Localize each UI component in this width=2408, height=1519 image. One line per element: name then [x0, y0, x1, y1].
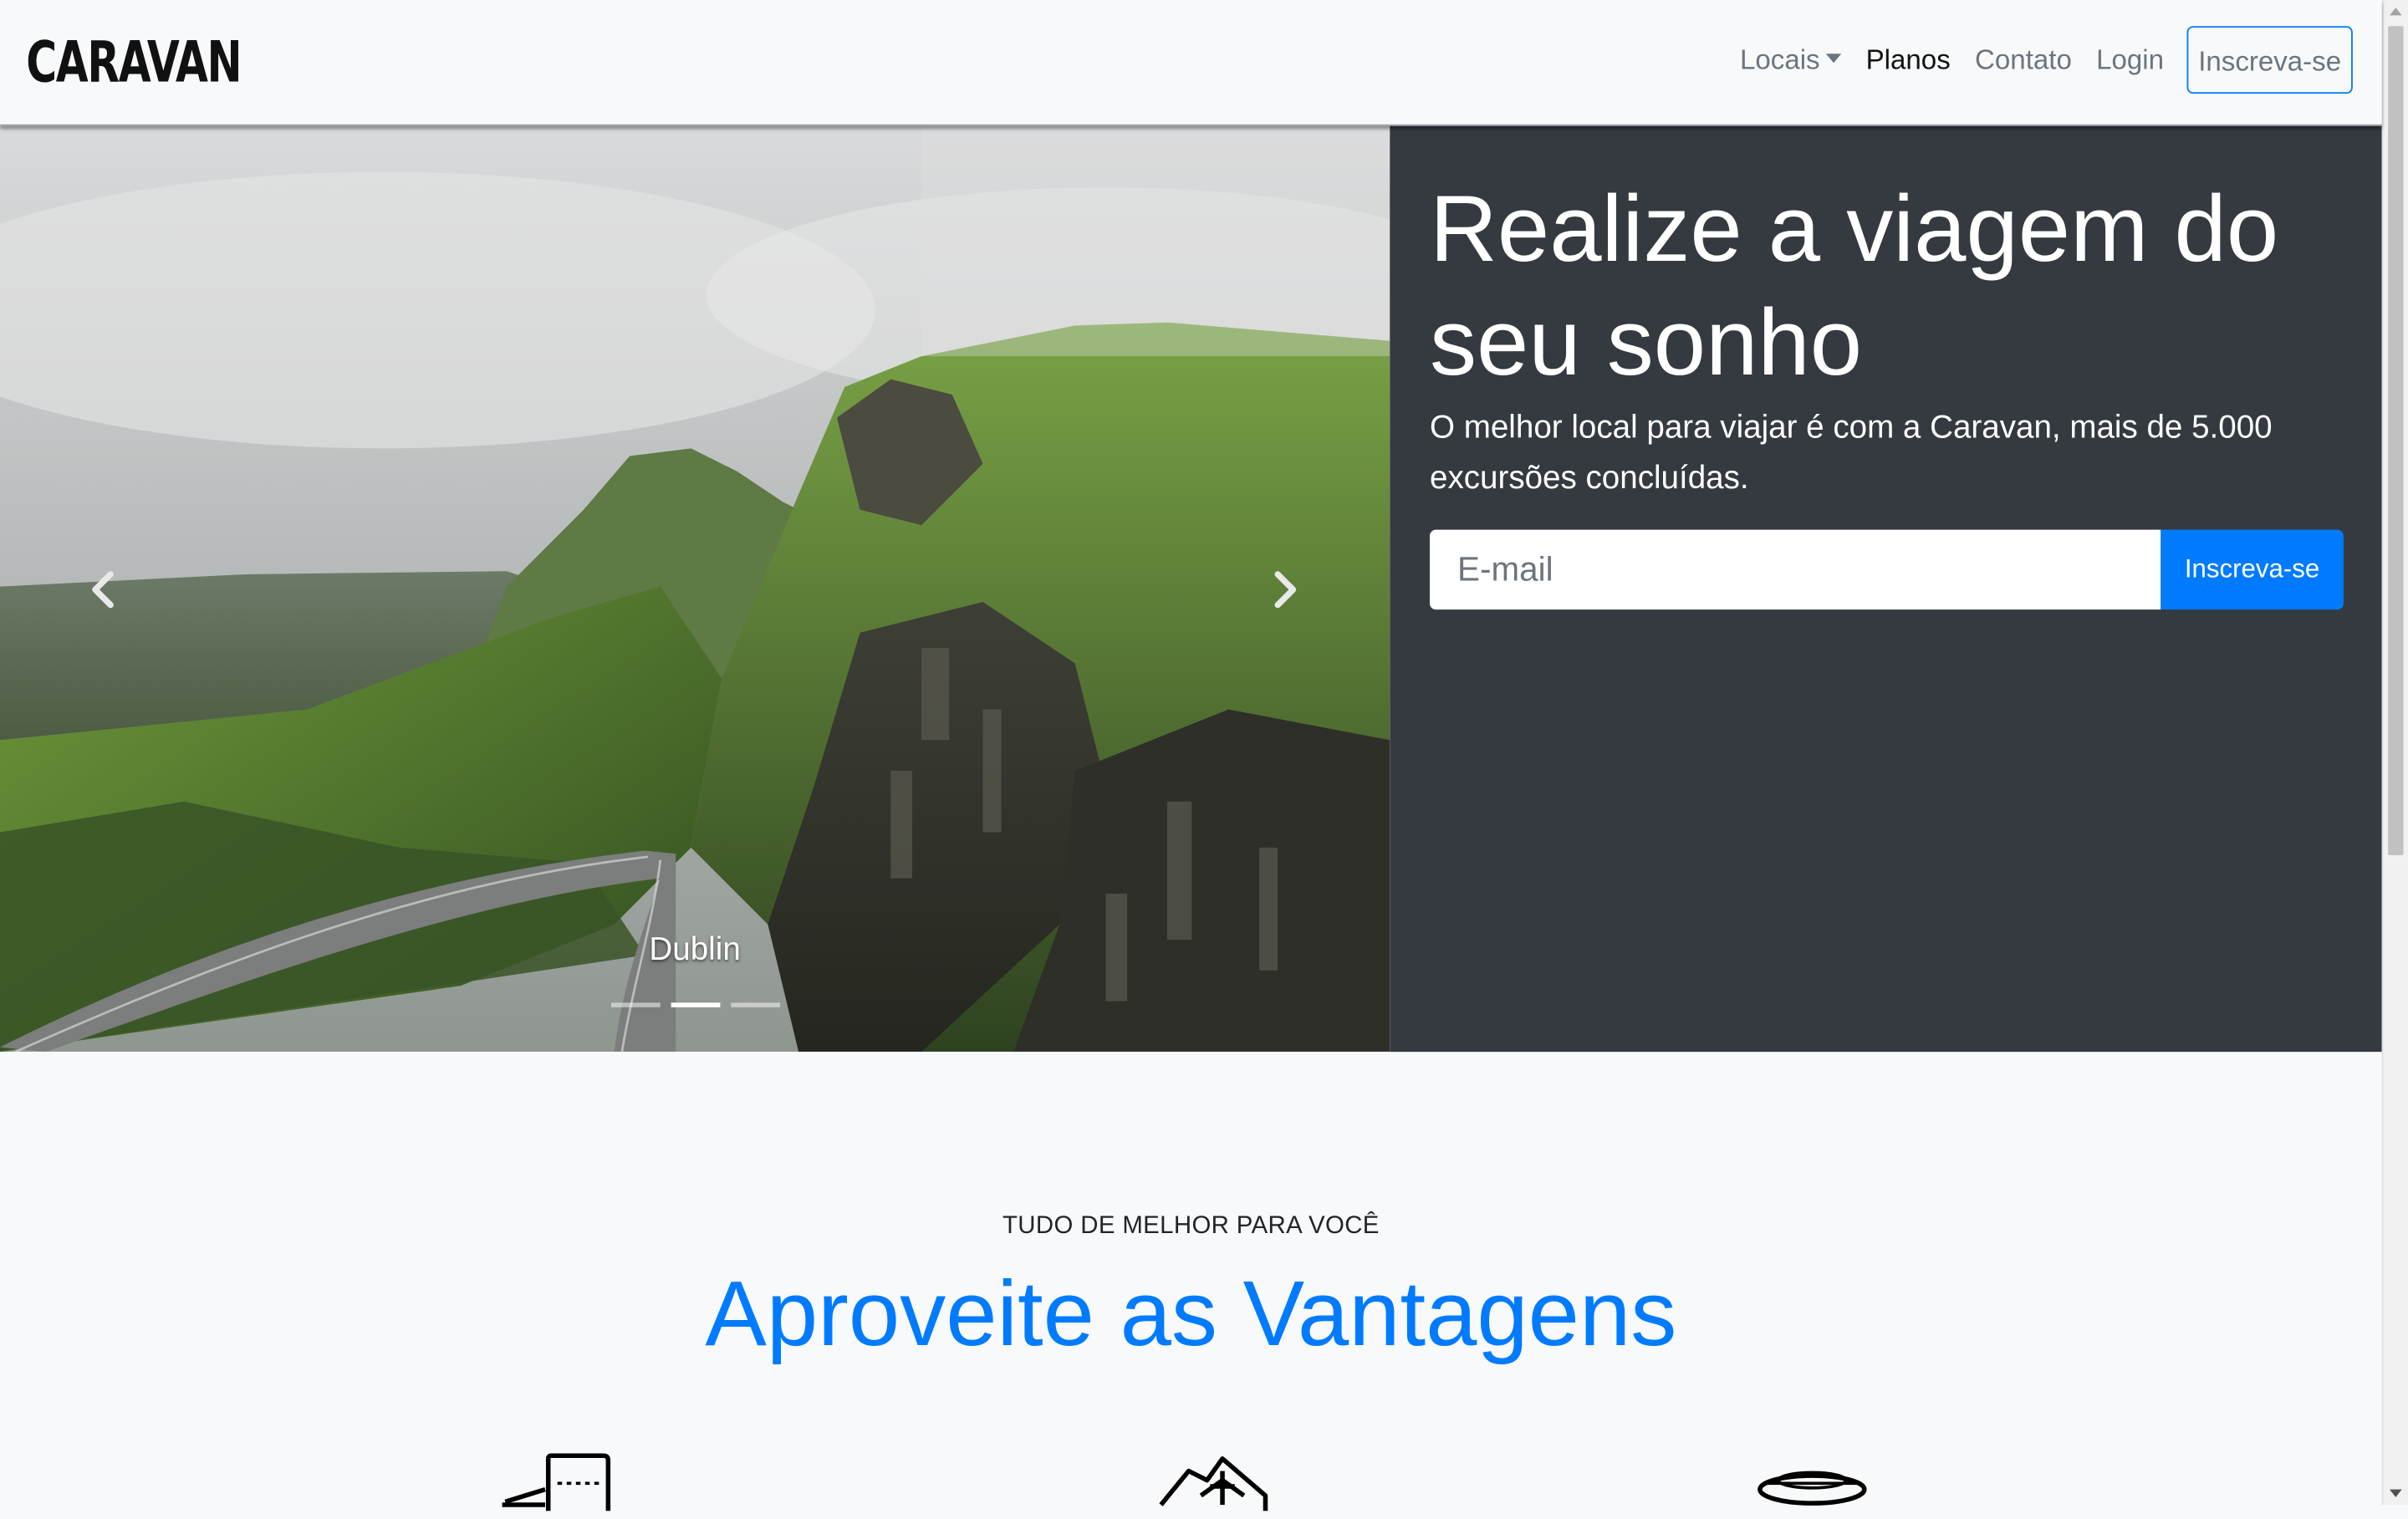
signup-nav-button[interactable]: Inscreva-se [2186, 26, 2353, 94]
page-scrollbar[interactable] [2381, 0, 2408, 1506]
carousel-indicator-2[interactable] [671, 1002, 721, 1007]
ticket-icon [499, 1450, 622, 1519]
scrollbar-thumb[interactable] [2388, 26, 2404, 856]
nav-item-login[interactable]: Login [2096, 43, 2164, 76]
carousel-caption: Dublin [649, 931, 741, 968]
navbar: CARAVAN Locais Planos Contato Login Insc… [0, 0, 2382, 126]
hero-signup-panel: Realize a viagem do seu sonho O melhor l… [1390, 125, 2382, 1053]
chevron-right-icon [1274, 571, 1297, 609]
email-input[interactable] [1430, 529, 2161, 610]
nav-item-planos[interactable]: Planos [1866, 43, 1951, 76]
nav-item-label: Locais [1740, 44, 1820, 76]
airplane-map-icon [1155, 1450, 1278, 1519]
page: CARAVAN Locais Planos Contato Login Insc… [0, 0, 2408, 1511]
carousel-prev-button[interactable] [89, 571, 117, 615]
scroll-down-icon[interactable] [2389, 1489, 2402, 1497]
section-eyebrow: TUDO DE MELHOR PARA VOCÊ [1002, 1213, 1380, 1240]
hero-signup-button[interactable]: Inscreva-se [2161, 529, 2344, 610]
carousel-indicator-1[interactable] [611, 1002, 661, 1007]
hero-title: Realize a viagem do seu sonho [1430, 176, 2279, 395]
scroll-up-icon[interactable] [2389, 8, 2402, 16]
carousel-next-button[interactable] [1272, 571, 1299, 615]
carousel-indicator-3[interactable] [731, 1002, 781, 1007]
chevron-left-icon [92, 571, 114, 609]
nav-item-locais[interactable]: Locais [1740, 43, 1842, 76]
nav-item-contato[interactable]: Contato [1975, 43, 2072, 76]
hero-carousel: Dublin [0, 125, 1390, 1053]
landscape-image [0, 125, 1390, 1053]
section-title: Aproveite as Vantagens [705, 1262, 1677, 1365]
brand-logo[interactable]: CARAVAN [26, 28, 242, 98]
caret-down-icon [1825, 54, 1842, 64]
hat-icon [1754, 1450, 1877, 1519]
hero-subtitle: O melhor local para viajar é com a Carav… [1430, 410, 2273, 497]
